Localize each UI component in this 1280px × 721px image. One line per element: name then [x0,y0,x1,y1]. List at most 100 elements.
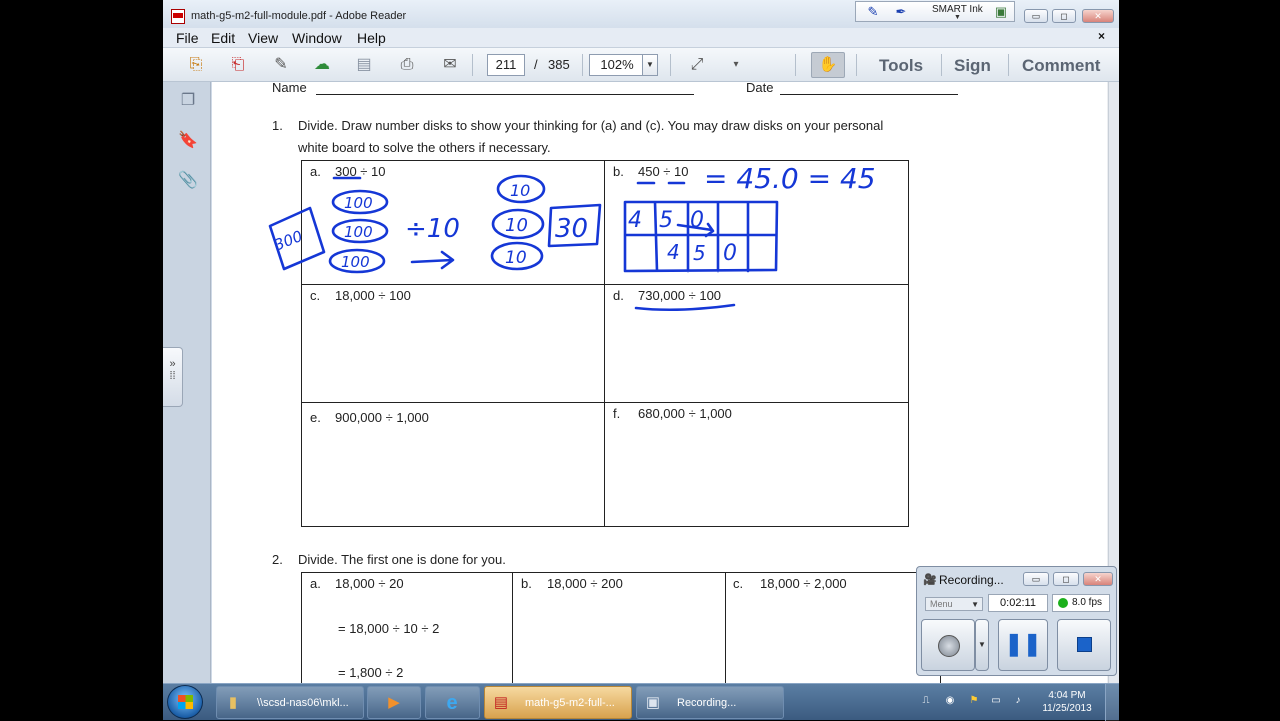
menu-help[interactable]: Help [357,30,386,46]
eraser-icon[interactable]: ▣ [988,4,1014,20]
network-icon[interactable]: ⎍ [919,694,933,708]
date-line [780,94,958,95]
taskbar-item-explorer[interactable]: ▮ \\scsd-nas06\mkl... [216,686,364,719]
sign-button[interactable]: Sign [954,56,991,76]
taskbar-item-media-player[interactable]: ▶ [367,686,421,719]
clock-time: 4:04 PM [1048,690,1086,701]
recorder-maximize-button[interactable]: ◻ [1053,572,1079,586]
close-button[interactable]: ✕ [1082,9,1114,23]
menu-window[interactable]: Window [292,30,342,46]
question-1-text-cont: white board to solve the others if neces… [298,140,551,155]
pen-settings-icon[interactable]: ✒ [888,4,914,20]
q2-item-b-letter: b. [521,576,532,591]
recorder-close-button[interactable]: ✕ [1083,572,1113,586]
smart-ink-toolbar[interactable]: ✎ ✒ SMART Ink ▼ ▣ [855,1,1015,22]
toolbar: ⎘ ⎗ ✎ ☁ ▤ ⎙ ✉ 211 / 385 102% ▼ ⤢ ▾ ✋ Too… [163,48,1119,82]
q2-item-c-expression: 18,000 ÷ 2,000 [760,576,847,591]
export-pdf-icon[interactable]: ⎗ [227,55,249,75]
zoom-input[interactable]: 102% [589,54,645,76]
chevron-down-icon[interactable]: ▾ [725,55,747,75]
close-document-button[interactable]: × [1098,29,1105,43]
save-icon[interactable]: ▤ [353,55,375,75]
taskbar-item-label: math-g5-m2-full-... [525,697,615,709]
navigation-pane: ❐ 🔖 📎 » ⁞⁞ [163,82,211,683]
grid-divider [512,572,513,683]
menu-edit[interactable]: Edit [211,30,235,46]
print-icon[interactable]: ⎙ [396,55,418,75]
q2-item-a-expression: 18,000 ÷ 20 [335,576,404,591]
recorder-icon: 🎥 [923,574,937,586]
page-number-input[interactable]: 211 [487,54,525,76]
question-1-text: Divide. Draw number disks to show your t… [298,118,884,133]
record-knob-icon [938,635,960,657]
q2-a-step-1: = 18,000 ÷ 10 ÷ 2 [338,621,440,636]
zoom-dropdown[interactable]: ▼ [642,54,658,76]
bookmarks-icon[interactable]: 🔖 [177,130,199,152]
chevron-down-icon[interactable]: ▼ [954,14,961,21]
item-e-letter: e. [310,410,321,425]
maximize-button[interactable]: ◻ [1052,9,1076,23]
tray-app-icon[interactable]: ◉ [943,694,957,708]
email-icon[interactable]: ✉ [439,55,461,75]
taskbar: ▮ \\scsd-nas06\mkl... ▶ e ▤ math-g5-m2-f… [163,683,1119,721]
item-a-letter: a. [310,164,321,179]
recorder-icon: ▣ [645,694,661,711]
toolbar-separator [472,54,473,76]
display-icon[interactable]: ▭ [989,694,1003,708]
item-b-letter: b. [613,164,624,179]
show-desktop-button[interactable] [1105,684,1119,721]
chevron-down-icon[interactable]: ▼ [971,598,979,611]
taskbar-item-label: Recording... [677,697,737,709]
item-c-expression: 18,000 ÷ 100 [335,288,411,303]
create-pdf-icon[interactable]: ⎘ [185,55,207,75]
tools-button[interactable]: Tools [879,56,923,76]
menu-view[interactable]: View [248,30,278,46]
taskbar-item-internet-explorer[interactable]: e [425,686,480,719]
upload-icon[interactable]: ☁ [311,55,333,75]
name-line [316,94,694,95]
item-f-expression: 680,000 ÷ 1,000 [638,406,732,421]
item-a-expression: 300 ÷ 10 [335,164,386,179]
fit-page-icon[interactable]: ⤢ [686,55,708,75]
title-bar: math-g5-m2-full-module.pdf - Adobe Reade… [163,0,1119,30]
hand-tool-icon[interactable]: ✋ [811,52,845,78]
recording-time: 0:02:11 [988,594,1048,612]
toolbar-separator [670,54,671,76]
toolbar-separator [795,54,796,76]
menu-file[interactable]: File [176,30,199,46]
comment-button[interactable]: Comment [1022,56,1100,76]
item-f-letter: f. [613,406,621,421]
recorder-minimize-button[interactable]: ▭ [1023,572,1049,586]
item-b-expression: 450 ÷ 10 [638,164,689,179]
taskbar-item-recorder[interactable]: ▣ Recording... [636,686,784,719]
taskbar-item-adobe-reader[interactable]: ▤ math-g5-m2-full-... [484,686,632,719]
expand-pane-handle[interactable]: » ⁞⁞ [163,347,183,407]
stop-icon [1077,637,1092,652]
grid-divider [301,284,909,285]
menu-bar: File Edit View Window Help × [163,28,1119,48]
clock[interactable]: 4:04 PM 11/25/2013 [1037,689,1097,715]
stop-button[interactable] [1057,619,1111,671]
clock-date: 11/25/2013 [1042,703,1092,714]
start-button[interactable] [167,685,203,719]
recorder-menu[interactable]: Menu ▼ [925,597,983,611]
flag-icon[interactable]: ⚑ [967,694,981,708]
attachments-icon[interactable]: 📎 [177,170,199,192]
question-2-number: 2. [272,552,283,567]
volume-icon[interactable]: ♪ [1011,694,1025,708]
page-thumbnails-icon[interactable]: ❐ [177,90,199,112]
record-button[interactable] [921,619,975,671]
pause-button[interactable]: ❚❚ [998,619,1048,671]
page-total: 385 [548,57,570,72]
fps-display: 8.0 fps [1052,594,1110,612]
q2-item-b-expression: 18,000 ÷ 200 [547,576,623,591]
recorder-menu-label[interactable]: Menu [930,599,953,609]
minimize-button[interactable]: ▭ [1024,9,1048,23]
edit-pdf-icon[interactable]: ✎ [270,55,292,75]
record-options-dropdown[interactable]: ▼ [975,619,989,671]
adobe-reader-icon [171,9,185,24]
recorder-window: 🎥 Recording... ▭ ◻ ✕ Menu ▼ 0:02:11 8.0 f… [916,566,1117,676]
page-separator: / [534,57,538,72]
windows-logo-icon [178,695,193,709]
pen-icon[interactable]: ✎ [860,4,886,20]
